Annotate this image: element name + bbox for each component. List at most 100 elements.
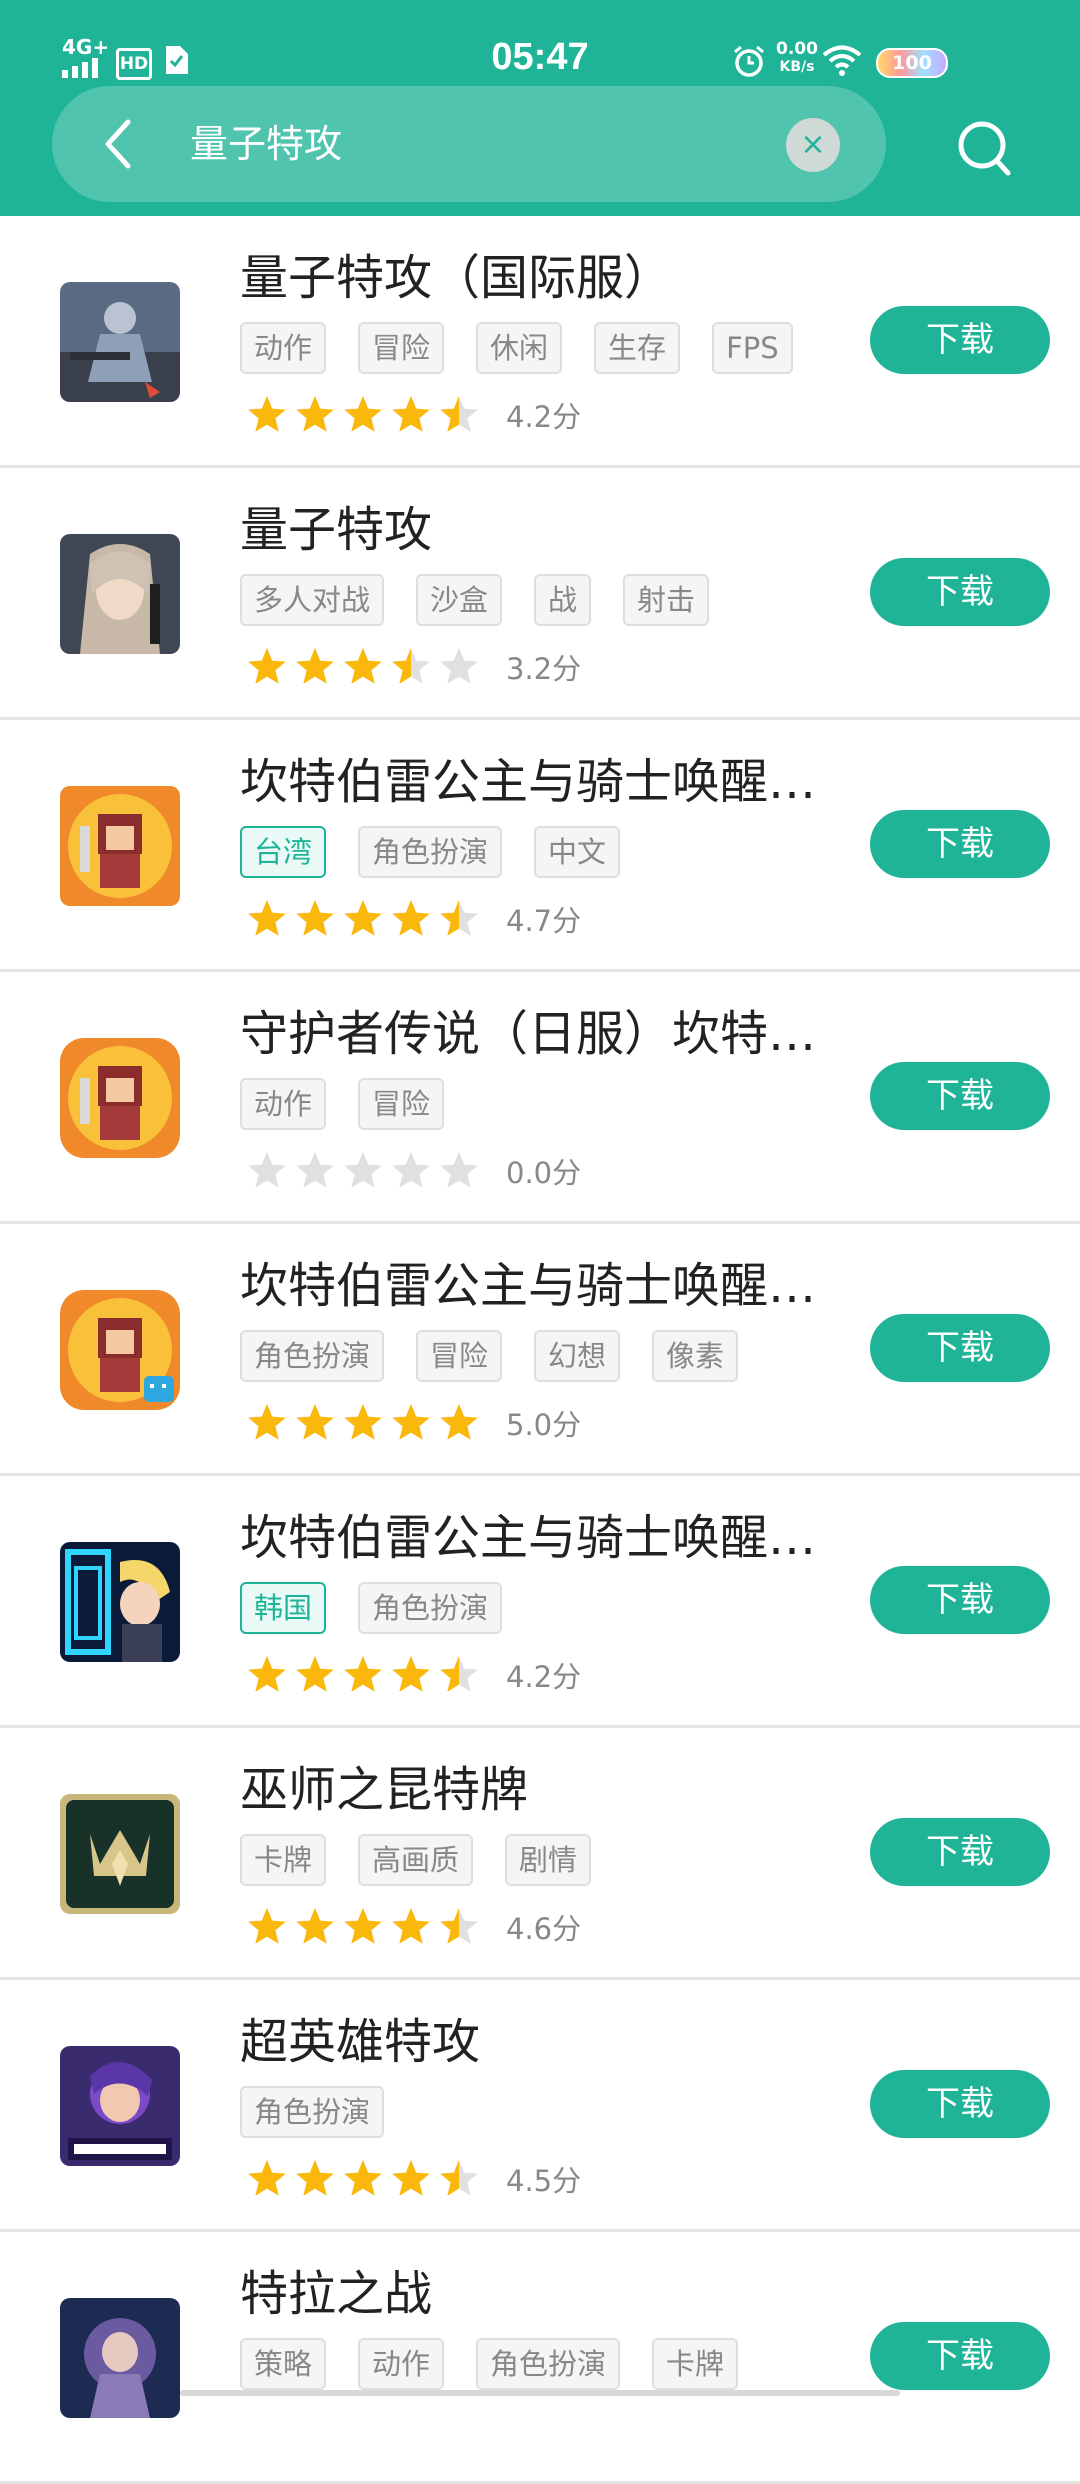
star-rating: 4.6分 (246, 1906, 581, 1958)
back-arrow-icon[interactable] (98, 116, 138, 172)
search-bar[interactable]: 量子特攻 × (52, 86, 886, 202)
pixel-knight-bilibili-game-icon[interactable] (60, 1290, 180, 1410)
anime-hero-game-icon[interactable] (60, 1542, 180, 1662)
app-title[interactable]: 量子特攻 (240, 498, 820, 562)
category-tag: 中文 (534, 826, 621, 878)
star-rating: 4.2分 (246, 394, 581, 446)
gwent-crown-game-icon[interactable] (60, 1794, 180, 1914)
star-full-icon (344, 1908, 382, 1944)
pixel-knight-game-icon[interactable] (60, 786, 180, 906)
app-title[interactable]: 特拉之战 (240, 2262, 820, 2326)
star-full-icon (296, 1404, 334, 1440)
download-button[interactable]: 下载 (870, 1314, 1050, 1382)
category-tag: 幻想 (534, 1330, 621, 1382)
category-tag: 角色扮演 (358, 1582, 503, 1634)
star-full-icon (296, 648, 334, 684)
female-soldier-game-icon[interactable] (60, 534, 180, 654)
category-tag: 卡牌 (652, 2338, 739, 2390)
download-button[interactable]: 下载 (870, 306, 1050, 374)
hero-girl-game-icon[interactable] (60, 2046, 180, 2166)
star-half-icon (440, 396, 478, 432)
rating-score: 4.2分 (506, 400, 582, 434)
status-bar: 4G+ HD 05:47 0.00 KB/s 100 (0, 0, 1080, 84)
app-title[interactable]: 巫师之昆特牌 (240, 1758, 820, 1822)
app-title[interactable]: 坎特伯雷公主与骑士唤醒… (240, 1506, 820, 1570)
star-empty-icon (440, 1152, 478, 1188)
star-full-icon (392, 1404, 430, 1440)
star-full-icon (344, 1656, 382, 1692)
category-tag: 战 (534, 574, 592, 626)
app-tags: 动作 冒险 休闲 生存 FPS (240, 322, 825, 376)
star-rating: 5.0分 (246, 1402, 581, 1454)
category-tag: 角色扮演 (358, 826, 503, 878)
search-input[interactable]: 量子特攻 (190, 118, 342, 170)
app-tags: 卡牌 高画质 剧情 (240, 1834, 623, 1888)
star-empty-icon (248, 1152, 286, 1188)
app-list-item[interactable]: 坎特伯雷公主与骑士唤醒… 台湾 角色扮演 中文 4.7分 下载 (0, 720, 1080, 972)
top-bar: 4G+ HD 05:47 0.00 KB/s 100 量子特攻 × (0, 0, 1080, 216)
star-full-icon (344, 1404, 382, 1440)
app-list-item[interactable]: 巫师之昆特牌卡牌 高画质 剧情 4.6分 下载 (0, 1728, 1080, 1980)
app-list-item[interactable]: 坎特伯雷公主与骑士唤醒… 韩国 角色扮演 4.2分 下载 (0, 1476, 1080, 1728)
category-tag: 动作 (240, 322, 327, 374)
rating-score: 4.6分 (506, 1912, 582, 1946)
download-button[interactable]: 下载 (870, 1818, 1050, 1886)
category-tag: 动作 (358, 2338, 445, 2390)
category-tag: 卡牌 (240, 1834, 327, 1886)
star-full-icon (248, 1404, 286, 1440)
app-list-item[interactable]: 特拉之战策略 动作 角色扮演 卡牌 下载 (0, 2232, 1080, 2484)
app-list-item[interactable]: 量子特攻多人对战 沙盒战射击 3.2分 下载 (0, 468, 1080, 720)
category-tag: 高画质 (358, 1834, 474, 1886)
download-button[interactable]: 下载 (870, 1062, 1050, 1130)
armored-warrior-game-icon[interactable] (60, 2298, 180, 2418)
star-full-icon (344, 396, 382, 432)
star-full-icon (296, 396, 334, 432)
download-button[interactable]: 下载 (870, 2322, 1050, 2390)
app-title[interactable]: 超英雄特攻 (240, 2010, 820, 2074)
download-button[interactable]: 下载 (870, 1566, 1050, 1634)
star-full-icon (296, 1656, 334, 1692)
category-tag: 冒险 (358, 1078, 445, 1130)
app-title[interactable]: 坎特伯雷公主与骑士唤醒… (240, 750, 820, 814)
star-half-icon (440, 1908, 478, 1944)
category-tag: 多人对战 (240, 574, 385, 626)
app-list-item[interactable]: 守护者传说（日服）坎特… 动作 冒险 0.0分 下载 (0, 972, 1080, 1224)
category-tag: 冒险 (416, 1330, 503, 1382)
star-rating: 4.7分 (246, 898, 581, 950)
pixel-knight-game-icon[interactable] (60, 1038, 180, 1158)
app-tags: 策略 动作 角色扮演 卡牌 (240, 2338, 770, 2392)
category-tag: 动作 (240, 1078, 327, 1130)
star-full-icon (440, 1404, 478, 1440)
soldier-game-icon[interactable] (60, 282, 180, 402)
star-half-icon (392, 648, 430, 684)
download-button[interactable]: 下载 (870, 558, 1050, 626)
star-half-icon (440, 900, 478, 936)
star-full-icon (392, 1656, 430, 1692)
app-title[interactable]: 坎特伯雷公主与骑士唤醒… (240, 1254, 820, 1318)
category-tag: 休闲 (476, 322, 563, 374)
rating-score: 5.0分 (506, 1408, 582, 1442)
download-button[interactable]: 下载 (870, 2070, 1050, 2138)
star-rating: 4.5分 (246, 2158, 581, 2210)
star-rating: 3.2分 (246, 646, 581, 698)
app-list-item[interactable]: 量子特攻（国际服） 动作 冒险 休闲 生存 FPS 4.2分 下载 (0, 216, 1080, 468)
download-button[interactable]: 下载 (870, 810, 1050, 878)
star-full-icon (392, 900, 430, 936)
star-full-icon (392, 396, 430, 432)
clear-search-button[interactable]: × (786, 118, 840, 172)
star-half-icon (440, 2160, 478, 2196)
star-full-icon (248, 900, 286, 936)
alarm-icon (734, 45, 764, 77)
app-list-item[interactable]: 坎特伯雷公主与骑士唤醒… 角色扮演 冒险 幻想 像素 5.0分 下载 (0, 1224, 1080, 1476)
app-title[interactable]: 量子特攻（国际服） (240, 246, 820, 310)
region-tag: 台湾 (240, 826, 327, 878)
star-empty-icon (392, 1152, 430, 1188)
category-tag: 射击 (623, 574, 710, 626)
scroll-indicator (180, 2390, 900, 2396)
rating-score: 0.0分 (506, 1156, 582, 1190)
search-icon[interactable] (956, 118, 1012, 178)
app-title[interactable]: 守护者传说（日服）坎特… (240, 1002, 820, 1066)
star-full-icon (344, 900, 382, 936)
app-list-item[interactable]: 超英雄特攻 角色扮演 4.5分 下载 (0, 1980, 1080, 2232)
app-tags: 多人对战 沙盒战射击 (240, 574, 741, 628)
